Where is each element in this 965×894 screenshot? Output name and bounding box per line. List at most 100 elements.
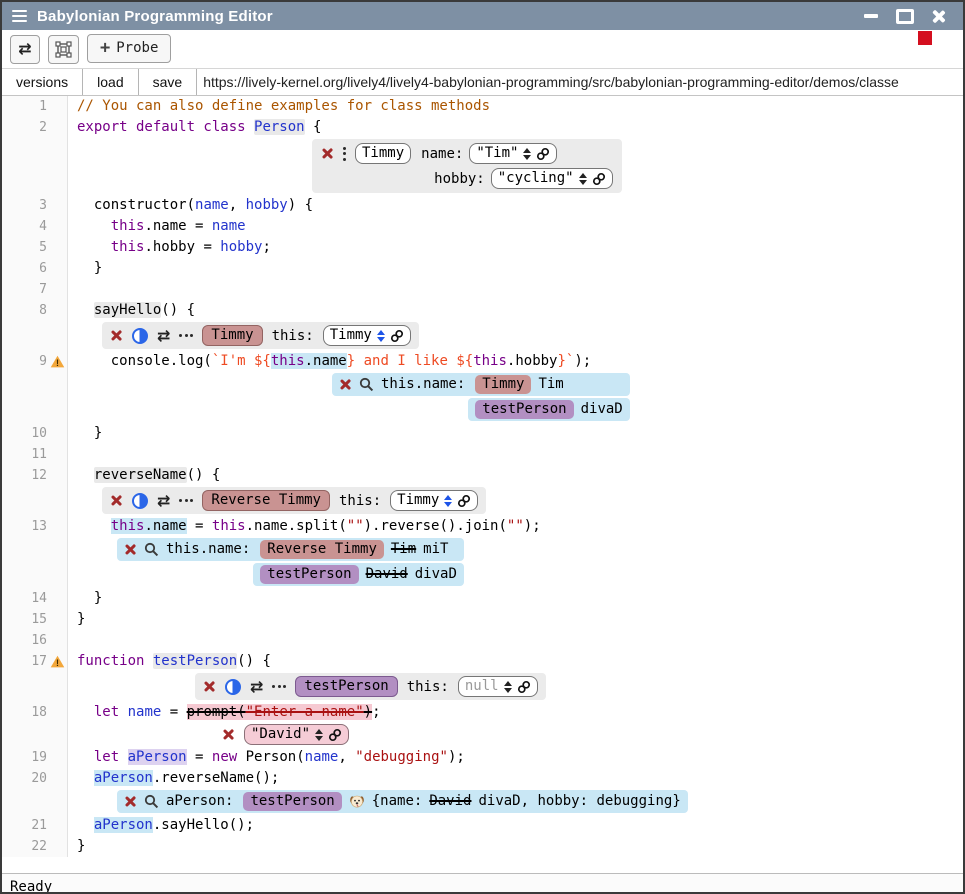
code-editor[interactable]: 1// You can also define examples for cla…: [2, 96, 963, 873]
value-spinner[interactable]: [377, 330, 385, 342]
toggle-icon[interactable]: [225, 679, 241, 695]
code-line[interactable]: function testPerson() {: [77, 651, 963, 672]
code-line[interactable]: export default class Person {: [77, 117, 963, 138]
link-icon[interactable]: [457, 494, 471, 508]
more-icon[interactable]: [272, 685, 286, 688]
code-line[interactable]: reverseName() {: [77, 465, 963, 486]
example-badge[interactable]: Timmy: [202, 325, 262, 346]
code-line[interactable]: let aPerson = new Person(name, "debuggin…: [77, 747, 963, 768]
value-spinner[interactable]: [523, 148, 531, 160]
swap-icon[interactable]: ⇄: [250, 679, 263, 695]
warning-icon[interactable]: !: [50, 355, 65, 368]
close-icon[interactable]: [203, 680, 216, 693]
example-badge[interactable]: testPerson: [295, 676, 397, 697]
link-icon[interactable]: [390, 329, 404, 343]
spinner-up-icon[interactable]: [315, 729, 323, 734]
close-icon[interactable]: [321, 147, 334, 160]
field-value-box[interactable]: "Tim": [469, 143, 557, 164]
link-icon[interactable]: [517, 680, 531, 694]
spinner-up-icon[interactable]: [377, 330, 385, 335]
example-badge[interactable]: testPerson: [260, 565, 358, 584]
example-badge[interactable]: testPerson: [475, 400, 573, 419]
close-icon[interactable]: [124, 543, 137, 556]
this-select[interactable]: Timmy: [390, 490, 478, 511]
close-icon[interactable]: [110, 329, 123, 342]
warning-slot-empty: [47, 725, 67, 741]
spinner-up-icon[interactable]: [444, 495, 452, 500]
replacement-value-box[interactable]: "David": [244, 724, 349, 745]
spinner-up-icon[interactable]: [523, 148, 531, 153]
frame-select-button[interactable]: [48, 35, 79, 64]
spinner-up-icon[interactable]: [579, 173, 587, 178]
editor-line: 8 sayHello() {: [2, 300, 963, 321]
link-icon[interactable]: [592, 172, 606, 186]
code-line[interactable]: aPerson.reverseName();: [77, 768, 963, 789]
probe-magnifier-icon[interactable]: [359, 377, 374, 392]
spinner-up-icon[interactable]: [504, 681, 512, 686]
hamburger-menu-icon[interactable]: [12, 10, 27, 23]
close-icon[interactable]: [110, 494, 123, 507]
code-line[interactable]: this.hobby = hobby;: [77, 237, 963, 258]
this-select[interactable]: null: [458, 676, 538, 697]
spinner-down-icon[interactable]: [523, 155, 531, 160]
close-icon[interactable]: [339, 378, 352, 391]
field-value-box[interactable]: "cycling": [491, 168, 613, 189]
probe-magnifier-icon[interactable]: [144, 794, 159, 809]
code-token: }: [77, 611, 85, 627]
this-select[interactable]: Timmy: [323, 325, 411, 346]
minimize-icon[interactable]: [864, 14, 878, 18]
code-line[interactable]: let name = prompt("Enter a name");: [77, 702, 963, 723]
swap-button[interactable]: ⇄: [10, 35, 40, 64]
example-badge[interactable]: Reverse Timmy: [202, 490, 330, 511]
example-badge[interactable]: testPerson: [243, 792, 341, 811]
example-name-box[interactable]: Timmy: [355, 143, 411, 164]
code-line[interactable]: }: [77, 609, 963, 630]
code-token: testPerson: [153, 653, 237, 669]
code-line[interactable]: sayHello() {: [77, 300, 963, 321]
code-line[interactable]: }: [77, 258, 963, 279]
value-spinner[interactable]: [315, 729, 323, 741]
example-badge[interactable]: Reverse Timmy: [260, 540, 384, 559]
probe-magnifier-icon[interactable]: [144, 542, 159, 557]
warning-icon[interactable]: !: [50, 655, 65, 668]
swap-icon[interactable]: ⇄: [157, 493, 170, 509]
code-line[interactable]: this.name = name: [77, 216, 963, 237]
code-line[interactable]: this.name = this.name.split("").reverse(…: [77, 516, 963, 537]
value-spinner[interactable]: [444, 495, 452, 507]
url-input[interactable]: https://lively-kernel.org/lively4/lively…: [197, 69, 963, 95]
link-icon[interactable]: [536, 147, 550, 161]
spinner-down-icon[interactable]: [444, 502, 452, 507]
code-token: [77, 239, 111, 255]
code-line[interactable]: constructor(name, hobby) {: [77, 195, 963, 216]
toggle-icon[interactable]: [132, 328, 148, 344]
versions-button[interactable]: versions: [2, 69, 83, 95]
code-line[interactable]: // You can also define examples for clas…: [77, 96, 963, 117]
drag-handle-icon[interactable]: [343, 147, 346, 161]
spinner-down-icon[interactable]: [377, 337, 385, 342]
close-icon[interactable]: [222, 728, 235, 741]
code-line[interactable]: aPerson.sayHello();: [77, 815, 963, 836]
toggle-icon[interactable]: [132, 493, 148, 509]
close-icon[interactable]: [932, 10, 945, 23]
link-icon[interactable]: [328, 728, 342, 742]
add-probe-button[interactable]: + Probe: [87, 34, 171, 63]
load-button[interactable]: load: [83, 69, 138, 95]
swap-icon[interactable]: ⇄: [157, 328, 170, 344]
dog-emoji-icon[interactable]: [349, 794, 365, 809]
code-line[interactable]: }: [77, 423, 963, 444]
spinner-down-icon[interactable]: [504, 688, 512, 693]
spinner-down-icon[interactable]: [579, 180, 587, 185]
code-line[interactable]: }: [77, 588, 963, 609]
example-badge[interactable]: Timmy: [475, 375, 531, 394]
code-line[interactable]: console.log(`I'm ${this.name} and I like…: [77, 351, 963, 372]
value-spinner[interactable]: [579, 173, 587, 185]
maximize-icon[interactable]: [896, 9, 914, 24]
close-icon[interactable]: [124, 795, 137, 808]
more-icon[interactable]: [179, 334, 193, 337]
more-icon[interactable]: [179, 499, 193, 502]
line-body: this.hobby = hobby;: [68, 237, 963, 258]
save-button[interactable]: save: [139, 69, 198, 95]
value-spinner[interactable]: [504, 681, 512, 693]
code-line[interactable]: }: [77, 836, 963, 857]
spinner-down-icon[interactable]: [315, 736, 323, 741]
